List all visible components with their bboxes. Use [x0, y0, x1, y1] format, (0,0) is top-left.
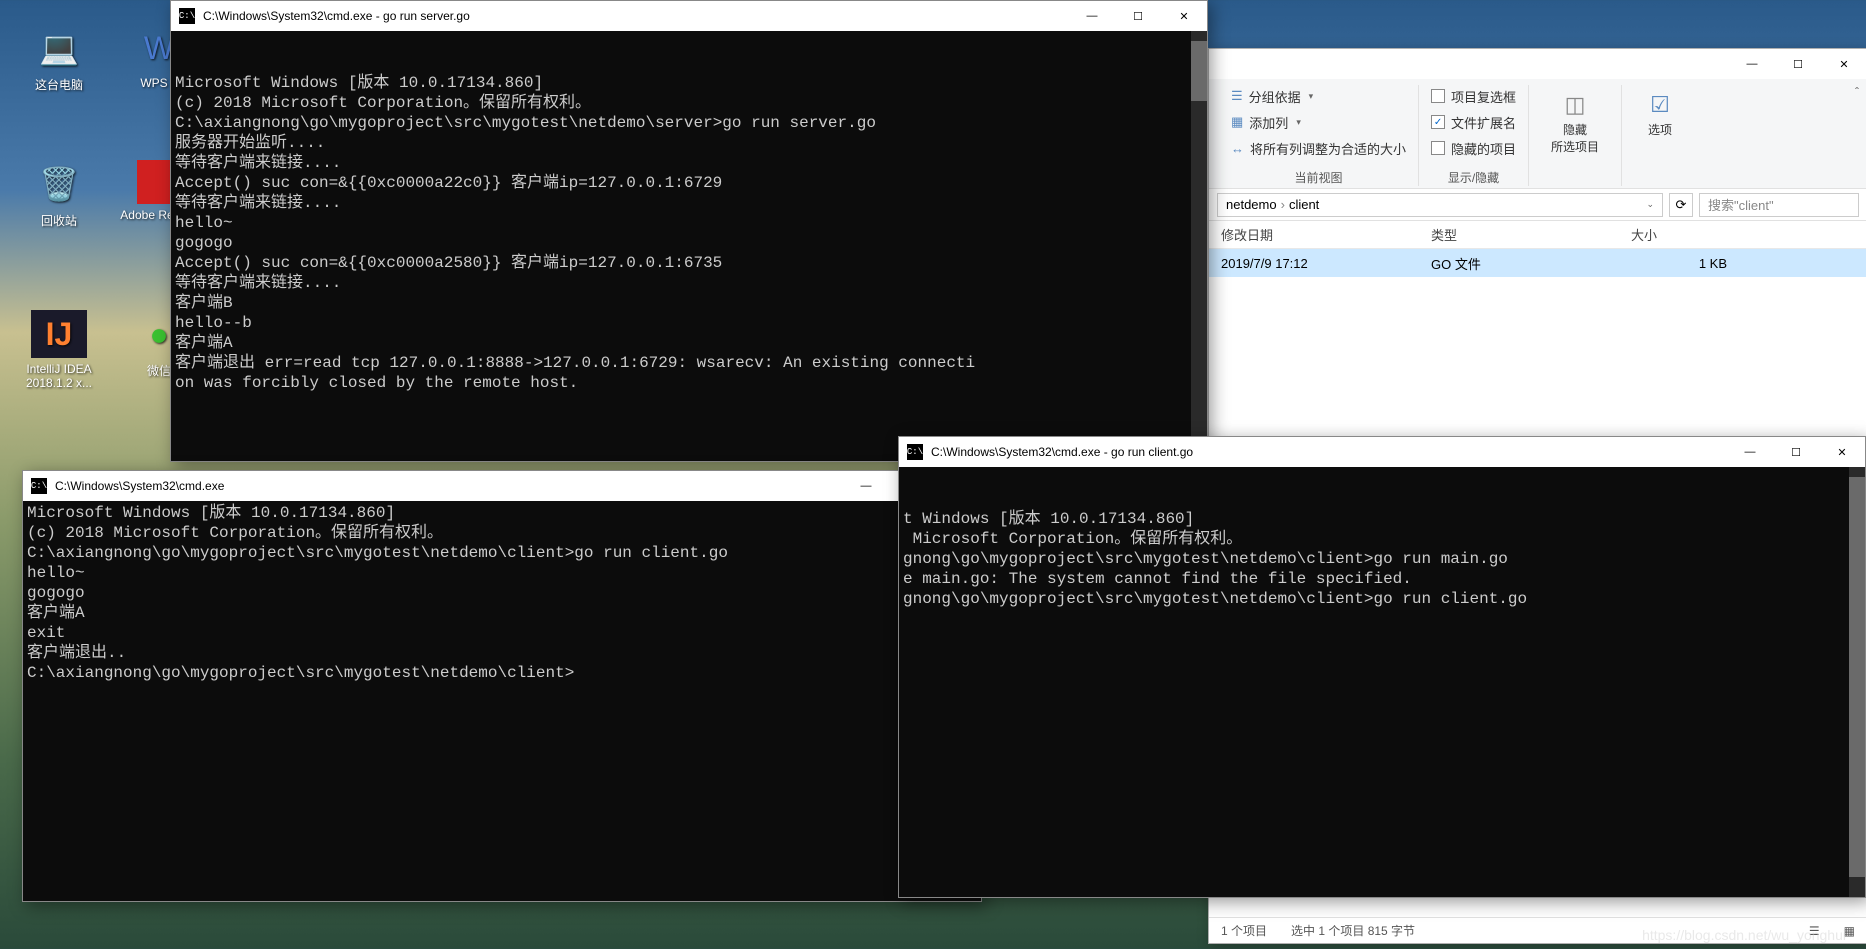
close-button[interactable]: ✕: [1821, 49, 1866, 79]
search-input[interactable]: 搜索"client": [1699, 193, 1859, 217]
terminal-line: 客户端退出..: [27, 643, 977, 663]
explorer-address-bar: netdemo›client ⌄ ⟳ 搜索"client": [1209, 189, 1866, 221]
minimize-button[interactable]: —: [1729, 49, 1775, 79]
ribbon-group-label: 显示/隐藏: [1431, 163, 1516, 186]
cmd-icon: C:\: [31, 478, 47, 494]
terminal-line: 客户端退出 err=read tcp 127.0.0.1:8888->127.0…: [175, 353, 1203, 373]
terminal-line: C:\axiangnong\go\mygoproject\src\mygotes…: [27, 663, 977, 683]
checkbox-hidden[interactable]: [1431, 141, 1445, 155]
terminal-line: 等待客户端来链接....: [175, 193, 1203, 213]
terminal-line: 等待客户端来链接....: [175, 273, 1203, 293]
terminal-line: 等待客户端来链接....: [175, 153, 1203, 173]
minimize-button[interactable]: —: [1727, 437, 1773, 467]
terminal-line: Microsoft Windows [版本 10.0.17134.860]: [27, 503, 977, 523]
maximize-button[interactable]: ☐: [1115, 1, 1161, 31]
ribbon-hide-selected[interactable]: ◫隐藏 所选项目: [1541, 85, 1609, 159]
file-list-headers[interactable]: 修改日期 类型 大小: [1209, 221, 1866, 249]
terminal-line: 客户端A: [27, 603, 977, 623]
terminal-line: (c) 2018 Microsoft Corporation。保留所有权利。: [27, 523, 977, 543]
checkbox-item-checkbox[interactable]: [1431, 89, 1445, 103]
cmd-icon: C:\: [179, 8, 195, 24]
cmd-window-server: C:\ C:\Windows\System32\cmd.exe - go run…: [170, 0, 1208, 462]
ribbon-fit-cols[interactable]: ↔将所有列调整为合适的大小: [1231, 137, 1406, 159]
cmd-window-client-a: C:\ C:\Windows\System32\cmd.exe — ☐ ✕ Mi…: [22, 470, 982, 902]
terminal-line: t Windows [版本 10.0.17134.860]: [903, 509, 1861, 529]
file-row[interactable]: 2019/7/9 17:12 GO 文件 1 KB: [1209, 249, 1866, 277]
cmd-titlebar[interactable]: C:\ C:\Windows\System32\cmd.exe - go run…: [899, 437, 1865, 467]
minimize-button[interactable]: —: [1069, 1, 1115, 31]
checkbox-file-ext[interactable]: ✓: [1431, 115, 1445, 129]
terminal-line: C:\axiangnong\go\mygoproject\src\mygotes…: [175, 113, 1203, 133]
terminal-line: Microsoft Windows [版本 10.0.17134.860]: [175, 73, 1203, 93]
scrollbar[interactable]: [1849, 467, 1865, 897]
cmd-titlebar[interactable]: C:\ C:\Windows\System32\cmd.exe - go run…: [171, 1, 1207, 31]
terminal-line: (c) 2018 Microsoft Corporation。保留所有权利。: [175, 93, 1203, 113]
desktop-icon-recycle[interactable]: 🗑️回收站: [18, 160, 100, 229]
terminal-line: gogogo: [175, 233, 1203, 253]
terminal-line: exit: [27, 623, 977, 643]
terminal-line: hello--b: [175, 313, 1203, 333]
close-button[interactable]: ✕: [1819, 437, 1865, 467]
cmd-icon: C:\: [907, 444, 923, 460]
terminal-line: 客户端B: [175, 293, 1203, 313]
ribbon-add-col[interactable]: ▦添加列▾: [1231, 111, 1406, 133]
terminal-line: gnong\go\mygoproject\src\mygotest\netdem…: [903, 549, 1861, 569]
terminal-line: 客户端A: [175, 333, 1203, 353]
cmd-output[interactable]: t Windows [版本 10.0.17134.860] Microsoft …: [899, 467, 1865, 897]
explorer-titlebar[interactable]: — ☐ ✕: [1209, 49, 1866, 79]
ribbon-collapse-icon[interactable]: ˆ: [1855, 85, 1859, 99]
desktop-icon-thispc[interactable]: 💻这台电脑: [18, 24, 100, 93]
terminal-line: e main.go: The system cannot find the fi…: [903, 569, 1861, 589]
refresh-button[interactable]: ⟳: [1669, 193, 1693, 217]
terminal-line: 服务器开始监听....: [175, 133, 1203, 153]
maximize-button[interactable]: ☐: [1775, 49, 1821, 79]
maximize-button[interactable]: ☐: [1773, 437, 1819, 467]
minimize-button[interactable]: —: [843, 471, 889, 501]
cmd-output[interactable]: Microsoft Windows [版本 10.0.17134.860](c)…: [171, 31, 1207, 461]
terminal-line: C:\axiangnong\go\mygoproject\src\mygotes…: [27, 543, 977, 563]
cmd-title: C:\Windows\System32\cmd.exe: [55, 479, 843, 493]
terminal-line: gnong\go\mygoproject\src\mygotest\netdem…: [903, 589, 1861, 609]
scrollbar[interactable]: [1191, 31, 1207, 461]
terminal-line: on was forcibly closed by the remote hos…: [175, 373, 1203, 393]
cmd-window-client-b: C:\ C:\Windows\System32\cmd.exe - go run…: [898, 436, 1866, 898]
desktop-icon-intellij[interactable]: IJIntelliJ IDEA 2018.1.2 x...: [18, 310, 100, 390]
cmd-output[interactable]: Microsoft Windows [版本 10.0.17134.860](c)…: [23, 501, 981, 901]
cmd-title: C:\Windows\System32\cmd.exe - go run ser…: [203, 9, 1069, 23]
ribbon-group-label: 当前视图: [1231, 163, 1406, 186]
terminal-line: hello~: [175, 213, 1203, 233]
cmd-title: C:\Windows\System32\cmd.exe - go run cli…: [931, 445, 1727, 459]
ribbon-group-by[interactable]: ☰分组依据▾: [1231, 85, 1406, 107]
cmd-titlebar[interactable]: C:\ C:\Windows\System32\cmd.exe — ☐ ✕: [23, 471, 981, 501]
close-button[interactable]: ✕: [1161, 1, 1207, 31]
terminal-line: Accept() suc con=&{{0xc0000a22c0}} 客户端ip…: [175, 173, 1203, 193]
watermark: https://blog.csdn.net/wu_yonghui: [1642, 927, 1846, 943]
terminal-line: Accept() suc con=&{{0xc0000a2580}} 客户端ip…: [175, 253, 1203, 273]
terminal-line: Microsoft Corporation。保留所有权利。: [903, 529, 1861, 549]
breadcrumb[interactable]: netdemo›client ⌄: [1217, 193, 1663, 217]
terminal-line: gogogo: [27, 583, 977, 603]
explorer-ribbon: ☰分组依据▾ ▦添加列▾ ↔将所有列调整为合适的大小 当前视图 项目复选框 ✓文…: [1209, 79, 1866, 189]
ribbon-options[interactable]: ☑选项: [1634, 85, 1686, 142]
terminal-line: hello~: [27, 563, 977, 583]
